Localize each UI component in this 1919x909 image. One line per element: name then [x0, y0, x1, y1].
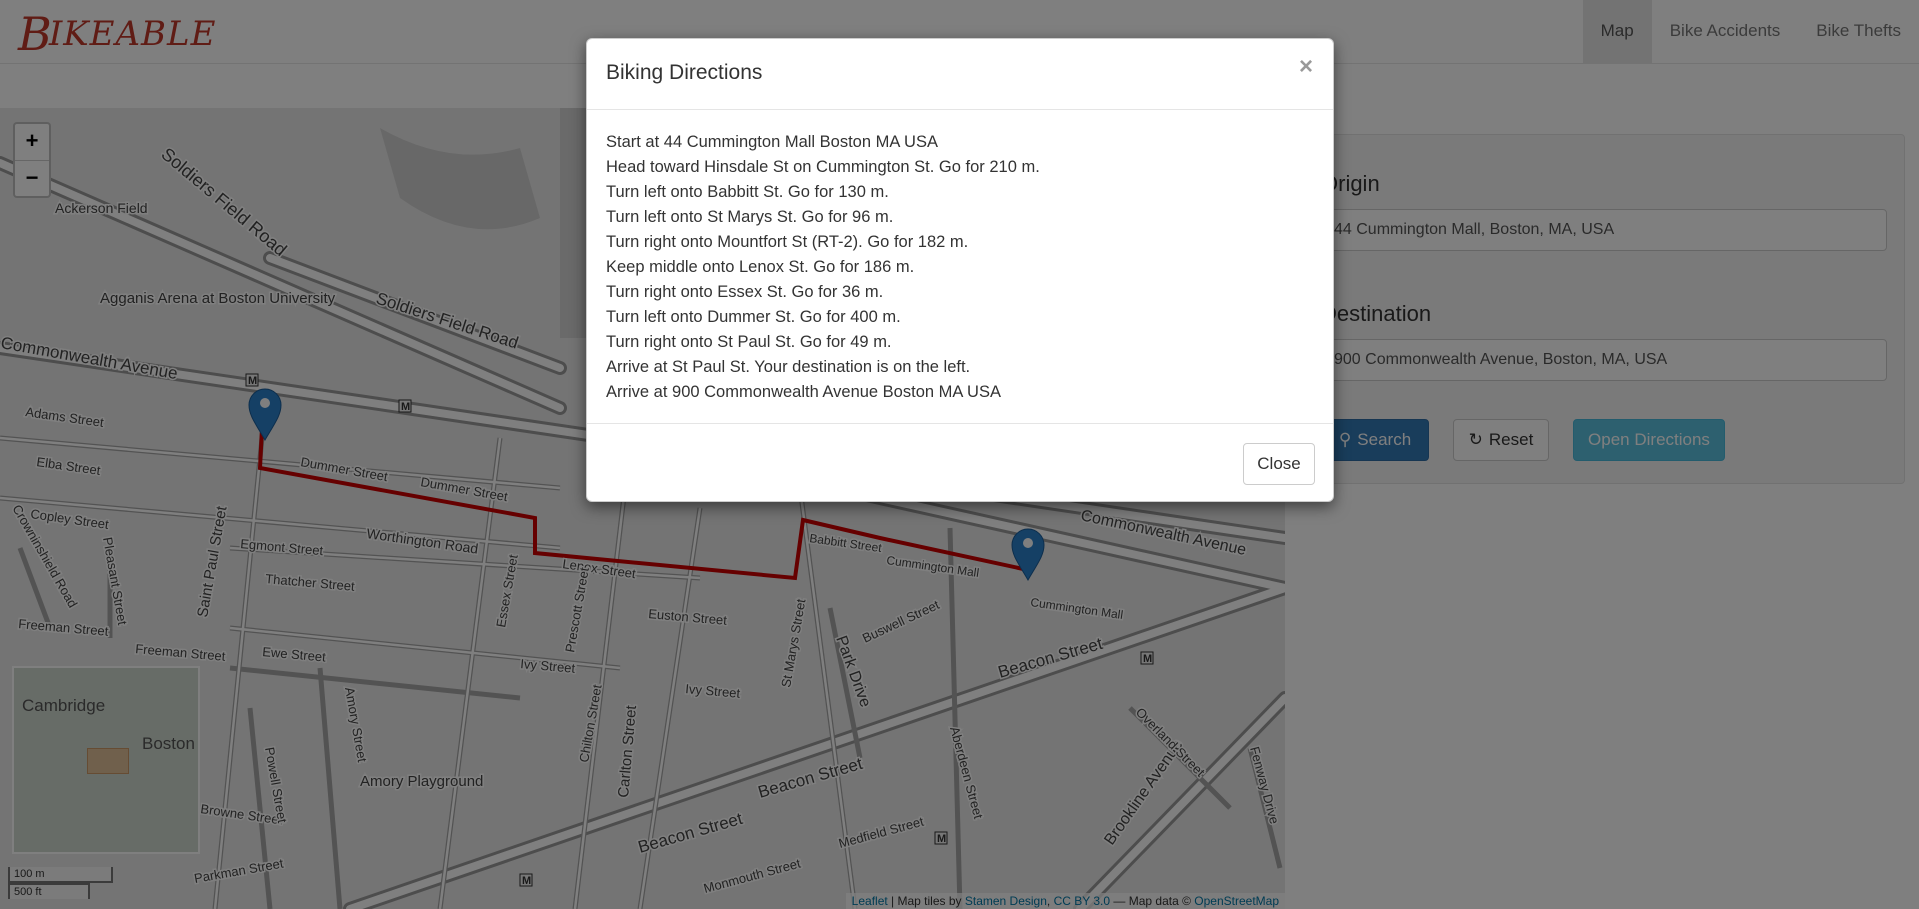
direction-step: Arrive at 900 Commonwealth Avenue Boston… — [606, 383, 1001, 401]
close-icon[interactable]: × — [1299, 53, 1313, 81]
modal-footer: Close — [587, 424, 1333, 502]
direction-step: Turn left onto Dummer St. Go for 400 m. — [606, 308, 901, 326]
direction-step: Turn right onto Essex St. Go for 36 m. — [606, 283, 884, 301]
direction-step: Turn left onto St Marys St. Go for 96 m. — [606, 208, 894, 226]
direction-step: Start at 44 Cummington Mall Boston MA US… — [606, 133, 938, 151]
direction-step: Turn left onto Babbitt St. Go for 130 m. — [606, 183, 889, 201]
direction-step: Arrive at St Paul St. Your destination i… — [606, 358, 971, 376]
close-button[interactable]: Close — [1243, 443, 1315, 485]
direction-step: Turn right onto Mountfort St (RT-2). Go … — [606, 233, 969, 251]
direction-step: Turn right onto St Paul St. Go for 49 m. — [606, 333, 892, 351]
modal-title: Biking Directions — [606, 61, 763, 84]
direction-step: Keep middle onto Lenox St. Go for 186 m. — [606, 258, 915, 276]
modal-body: Start at 44 Cummington Mall Boston MA US… — [587, 110, 1333, 424]
directions-modal: Biking Directions × Start at 44 Cummingt… — [586, 38, 1334, 502]
direction-step: Head toward Hinsdale St on Cummington St… — [606, 158, 1040, 176]
modal-header: Biking Directions × — [587, 39, 1333, 110]
